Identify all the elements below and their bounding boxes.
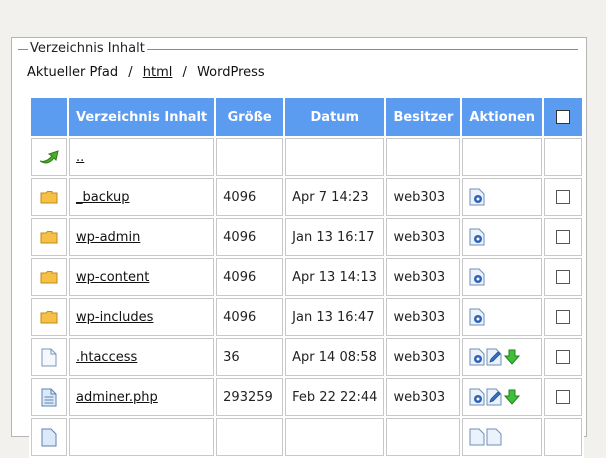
row-checkbox[interactable] [556,190,571,204]
owner-cell: web303 [386,218,461,256]
row-checkbox[interactable] [556,230,571,244]
path-separator: / [182,65,187,80]
owner-cell: web303 [386,298,461,336]
owner-cell: web303 [386,258,461,296]
owner-cell: web303 [386,378,461,416]
path-label: Aktueller Pfad [27,65,119,80]
folder-icon [40,271,58,284]
up-arrow-icon[interactable] [38,149,60,165]
edit-icon[interactable] [486,388,502,406]
parent-icon-cell [31,138,67,176]
folder-icon [40,311,58,324]
row-checkbox[interactable] [556,350,571,364]
settings-icon[interactable] [469,348,485,366]
size-cell: 4096 [216,218,284,256]
size-cell: 4096 [216,258,284,296]
settings-icon[interactable] [469,188,485,206]
size-cell: 4096 [216,178,284,216]
date-cell: Jan 13 16:47 [285,298,385,336]
table-header-row: Verzeichnis Inhalt Größe Datum Besitzer … [31,98,583,136]
folder-icon [40,191,58,204]
file-icon [41,348,57,366]
header-icon-column [31,98,67,136]
size-cell: 36 [216,338,284,376]
row-checkbox[interactable] [556,310,571,324]
parent-name-cell: .. [69,138,215,176]
header-owner[interactable]: Besitzer [386,98,461,136]
date-cell: Jan 13 16:17 [285,218,385,256]
file-link[interactable]: wp-content [76,270,149,285]
table-row: wp-content 4096 Apr 13 14:13 web303 [31,258,583,296]
file-link[interactable]: .htaccess [76,350,137,365]
table-row: adminer.php 293259 Feb 22 22:44 web303 [31,378,583,416]
select-all-checkbox[interactable] [556,110,571,124]
header-actions: Aktionen [462,98,543,136]
header-select-all [544,98,583,136]
settings-icon[interactable] [469,268,485,286]
download-icon[interactable] [503,388,521,406]
path-current: WordPress [197,65,265,80]
edit-icon[interactable] [486,428,502,446]
php-file-icon [41,388,57,406]
owner-cell: web303 [386,338,461,376]
parent-dir-link[interactable]: .. [76,150,84,165]
size-cell: 293259 [216,378,284,416]
file-link[interactable]: _backup [76,190,130,205]
file-table: Verzeichnis Inhalt Größe Datum Besitzer … [29,96,585,458]
date-cell: Apr 13 14:13 [285,258,385,296]
path-link-html[interactable]: html [143,65,173,80]
table-row: wp-admin 4096 Jan 13 16:17 web303 [31,218,583,256]
header-size[interactable]: Größe [216,98,284,136]
settings-icon[interactable] [469,388,485,406]
settings-icon[interactable] [469,308,485,326]
table-row: _backup 4096 Apr 7 14:23 web303 [31,178,583,216]
directory-panel: Verzeichnis Inhalt Aktueller Pfad / html… [11,37,587,458]
header-date[interactable]: Datum [285,98,385,136]
file-link[interactable]: adminer.php [76,390,158,405]
settings-icon[interactable] [469,428,485,446]
date-cell: Apr 14 08:58 [285,338,385,376]
file-link[interactable]: wp-includes [76,310,153,325]
date-cell: Apr 7 14:23 [285,178,385,216]
php-file-icon [41,428,57,446]
folder-icon [40,231,58,244]
size-cell: 4096 [216,298,284,336]
table-row: wp-includes 4096 Jan 13 16:47 web303 [31,298,583,336]
table-row-parent: .. [31,138,583,176]
owner-cell: web303 [386,178,461,216]
panel-legend: Verzeichnis Inhalt [28,41,147,56]
path-separator: / [128,65,133,80]
file-link[interactable]: wp-admin [76,230,140,245]
settings-icon[interactable] [469,228,485,246]
table-row: .htaccess 36 Apr 14 08:58 web303 [31,338,583,376]
edit-icon[interactable] [486,348,502,366]
date-cell: Feb 22 22:44 [285,378,385,416]
row-checkbox[interactable] [556,390,571,404]
breadcrumb: Aktueller Pfad / html / WordPress [27,65,265,80]
header-name[interactable]: Verzeichnis Inhalt [69,98,215,136]
download-icon[interactable] [503,348,521,366]
table-row [31,418,583,456]
row-checkbox[interactable] [556,270,571,284]
